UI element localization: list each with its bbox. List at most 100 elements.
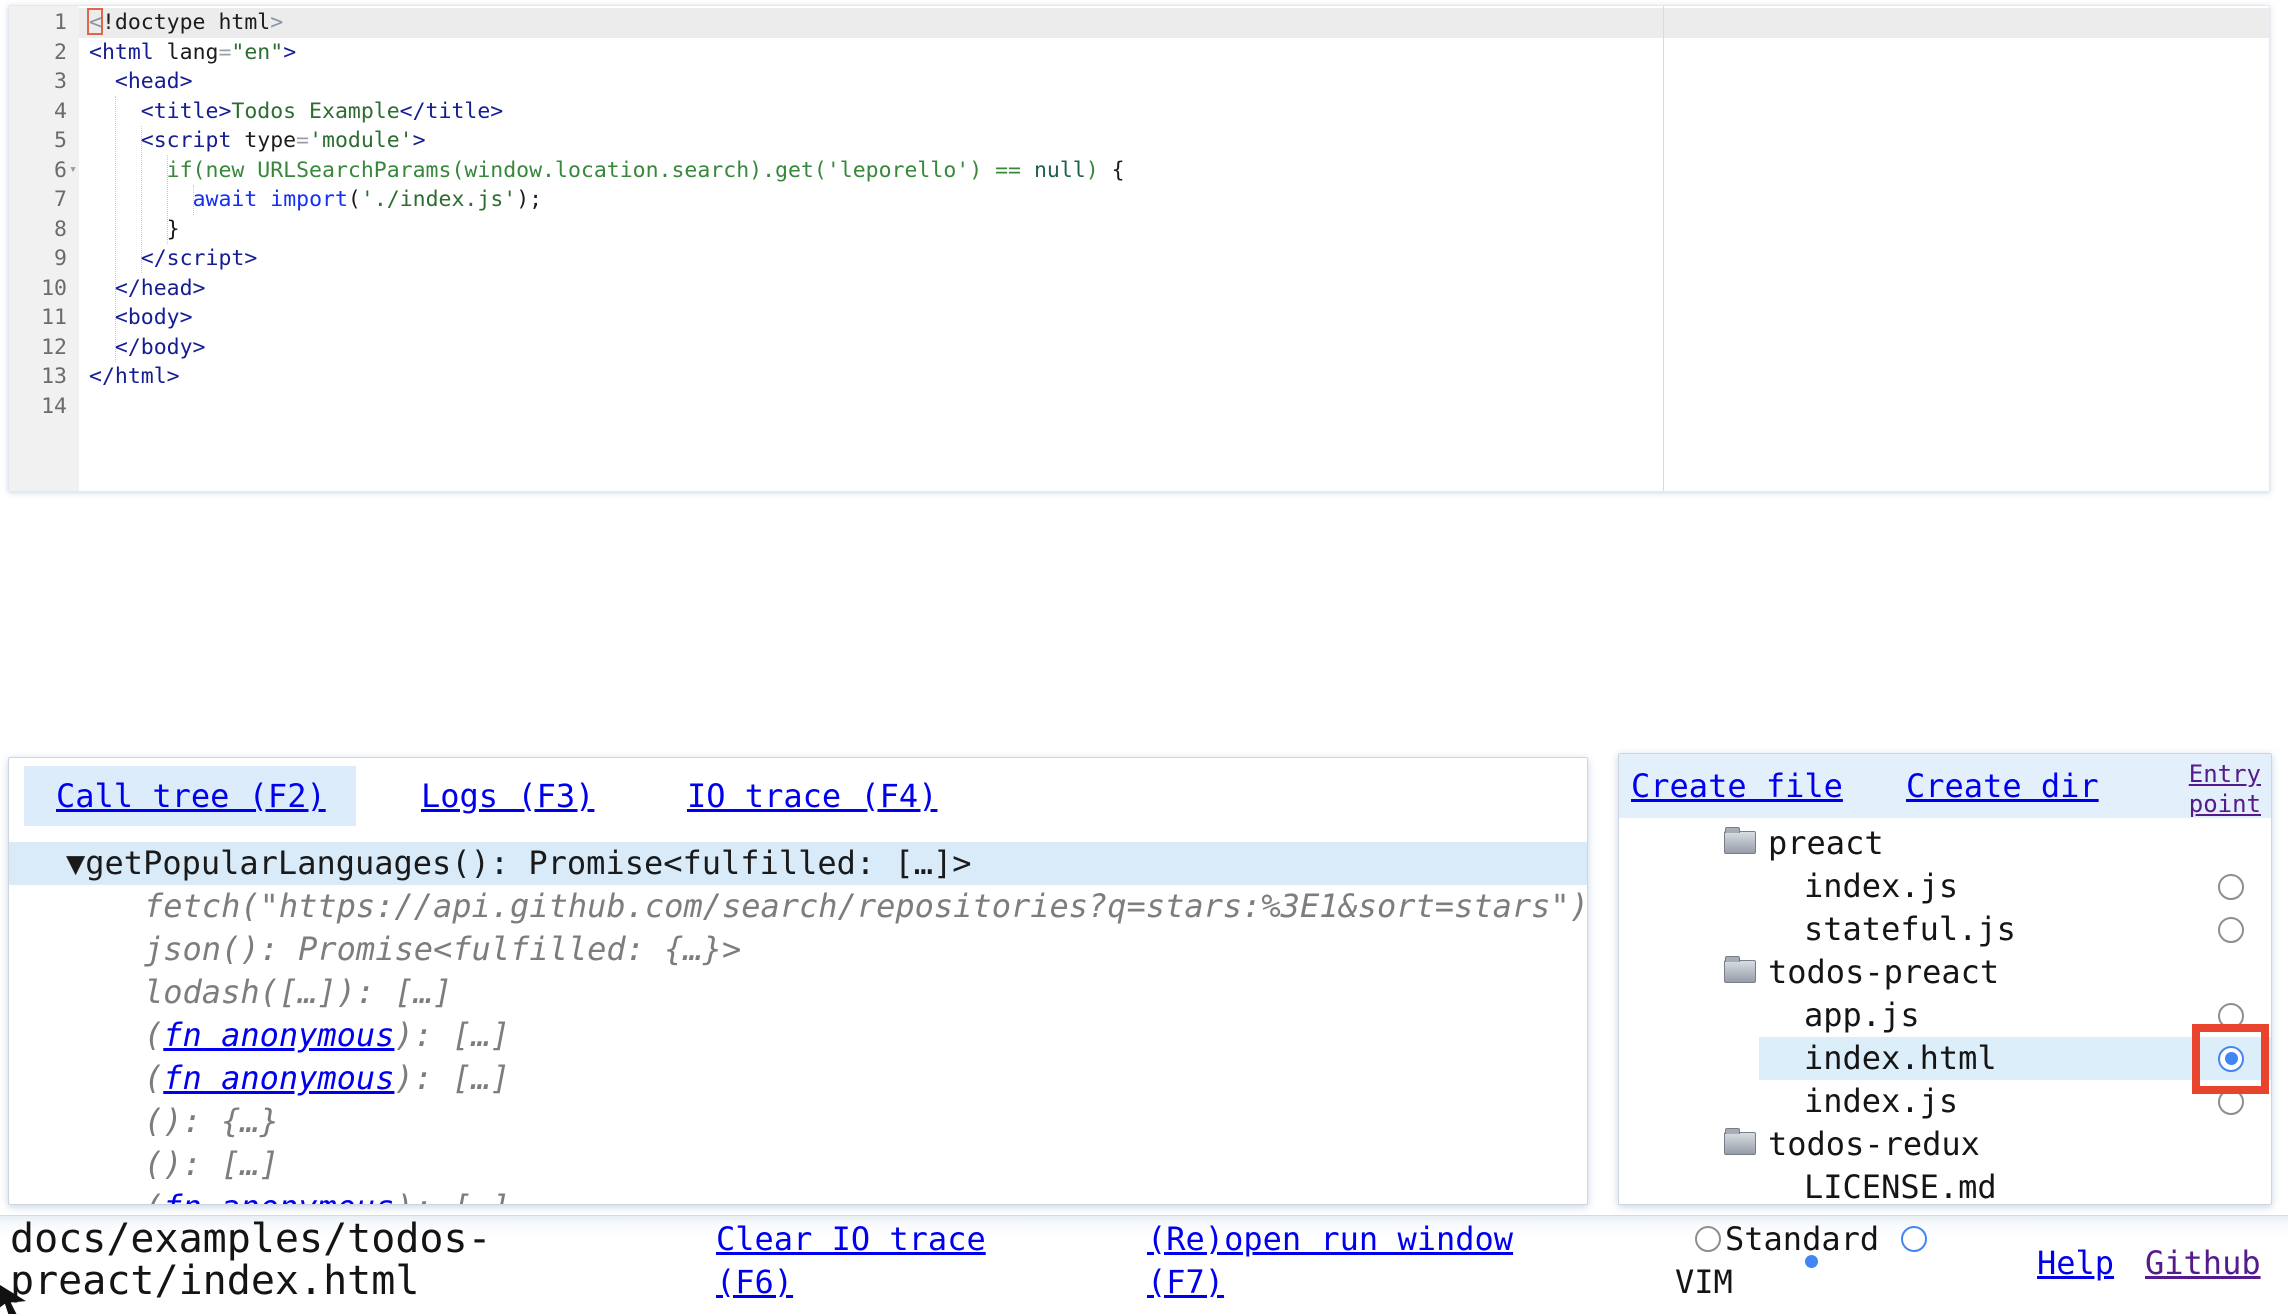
calltree-row[interactable]: (fn anonymous): […] xyxy=(9,1057,1587,1100)
help-link[interactable]: Help xyxy=(2037,1242,2114,1285)
entrypoint-radio[interactable] xyxy=(2218,917,2244,943)
code-token: > xyxy=(413,128,426,153)
line-number: 11 xyxy=(9,303,79,333)
file-name: todos-preact xyxy=(1768,953,1999,991)
calltree-row[interactable]: ▼getPopularLanguages(): Promise<fulfille… xyxy=(9,842,1587,885)
code-token xyxy=(257,187,270,212)
reopen-run-window-link[interactable]: (Re)open run window (F7) xyxy=(1147,1218,1532,1304)
line-number: 9 xyxy=(9,244,79,274)
calltree-row[interactable]: json(): Promise<fulfilled: {…}> xyxy=(9,928,1587,971)
calltree-row[interactable]: (): {…} xyxy=(9,1100,1587,1143)
calltree-text: ( xyxy=(144,1016,163,1054)
code-token xyxy=(89,305,115,330)
tab-call-tree[interactable]: Call tree (F2) xyxy=(56,766,326,826)
entry-point-link[interactable]: Entry point xyxy=(2177,759,2261,819)
calltree-text: (): […] xyxy=(144,1145,279,1183)
code-token: <head> xyxy=(115,69,193,94)
code-line: <head> xyxy=(89,67,2269,97)
code-token: <title> xyxy=(141,99,232,124)
code-line: } xyxy=(89,215,2269,245)
code-token: <script xyxy=(141,128,232,153)
line-number: 8 xyxy=(9,215,79,245)
file-name: app.js xyxy=(1804,996,1920,1034)
file-row[interactable]: LICENSE.md xyxy=(1619,1166,2271,1205)
code-token: 'module' xyxy=(309,128,413,153)
entrypoint-radio[interactable] xyxy=(2218,874,2244,900)
calltree-text: fetch("https://api.github.com/search/rep… xyxy=(144,887,1587,925)
code-token: './index.js' xyxy=(361,187,516,212)
file-row[interactable]: index.js xyxy=(1619,1080,2271,1123)
code-token: await xyxy=(193,187,258,212)
github-link[interactable]: Github xyxy=(2145,1242,2261,1285)
code-token xyxy=(89,128,141,153)
file-row[interactable]: index.js xyxy=(1619,865,2271,908)
code-token: </head> xyxy=(115,276,206,301)
editor-gutter: 1234567891011121314 xyxy=(9,6,79,491)
editor-mode-vim-radio[interactable] xyxy=(1901,1226,1927,1252)
line-number: 2 xyxy=(9,38,79,68)
code-token: </title> xyxy=(400,99,504,124)
code-token: ( xyxy=(348,187,361,212)
file-row[interactable]: app.js xyxy=(1619,994,2271,1037)
code-line: await import('./index.js'); xyxy=(89,185,2269,215)
code-token: { xyxy=(1099,158,1125,183)
fn-anonymous-link[interactable]: fn anonymous xyxy=(163,1188,394,1205)
calltree-text: ): […] xyxy=(394,1188,510,1205)
line-number: 1 xyxy=(9,8,79,38)
code-token: > xyxy=(283,40,296,65)
code-token xyxy=(89,246,141,271)
file-name: stateful.js xyxy=(1804,910,2016,948)
fn-anonymous-link[interactable]: fn anonymous xyxy=(163,1059,394,1097)
editor-mode-standard-radio[interactable] xyxy=(1695,1226,1721,1252)
line-number: 7 xyxy=(9,185,79,215)
files-panel: Create file Create dir Entry point preac… xyxy=(1618,753,2272,1205)
current-file-path: docs/examples/todos-preact/index.html xyxy=(10,1218,505,1302)
calltree-row[interactable]: lodash([…]): […] xyxy=(9,971,1587,1014)
code-line: <!doctype html> xyxy=(89,8,2269,38)
calltree-row[interactable]: (): […] xyxy=(9,1143,1587,1186)
folder-icon xyxy=(1724,960,1756,983)
code-token: = xyxy=(296,128,309,153)
line-number: 10 xyxy=(9,274,79,304)
code-line: </script> xyxy=(89,244,2269,274)
calltree-rows: ▼getPopularLanguages(): Promise<fulfille… xyxy=(9,842,1587,1205)
create-file-link[interactable]: Create file xyxy=(1631,754,1843,818)
file-row[interactable]: stateful.js xyxy=(1619,908,2271,951)
calltree-row[interactable]: fetch("https://api.github.com/search/rep… xyxy=(9,885,1587,928)
file-row[interactable]: index.html xyxy=(1619,1037,2271,1080)
code-token: type xyxy=(231,128,296,153)
create-dir-link[interactable]: Create dir xyxy=(1906,754,2099,818)
folder-row[interactable]: preact xyxy=(1619,822,2271,865)
code-line: if(new URLSearchParams(window.location.s… xyxy=(89,156,2269,186)
editor-mode-toggle: Standard VIM xyxy=(1675,1218,1947,1304)
code-token: <body> xyxy=(115,305,193,330)
line-number: 12 xyxy=(9,333,79,363)
file-name: index.js xyxy=(1804,867,1958,905)
file-name: todos-redux xyxy=(1768,1125,1980,1163)
files-toolbar: Create file Create dir Entry point xyxy=(1619,754,2271,818)
calltree-row[interactable]: (fn anonymous): […] xyxy=(9,1014,1587,1057)
fold-arrow-icon[interactable]: ▾ xyxy=(65,155,81,184)
code-token xyxy=(89,158,167,183)
folder-row[interactable]: todos-redux xyxy=(1619,1123,2271,1166)
calltree-text: json(): Promise<fulfilled: {…}> xyxy=(144,930,741,968)
code-line: </head> xyxy=(89,274,2269,304)
code-token xyxy=(89,276,115,301)
folder-row[interactable]: todos-preact xyxy=(1619,951,2271,994)
fn-anonymous-link[interactable]: fn anonymous xyxy=(163,1016,394,1054)
code-token: <html xyxy=(89,40,154,65)
code-line xyxy=(89,392,2269,422)
clear-io-trace-link[interactable]: Clear IO trace (F6) xyxy=(716,1218,1016,1304)
tab-io-trace[interactable]: IO trace (F4) xyxy=(687,766,937,826)
line-number: 3 xyxy=(9,67,79,97)
code-token: } xyxy=(89,217,180,242)
code-token: = xyxy=(218,40,231,65)
editor-pane[interactable]: 1234567891011121314 ▾ <!doctype html><ht… xyxy=(8,5,2270,492)
code-token: ) xyxy=(1086,158,1099,183)
code-token xyxy=(89,99,141,124)
calltree-row[interactable]: (fn anonymous): […] xyxy=(9,1186,1587,1205)
editor-code[interactable]: <!doctype html><html lang="en"> <head> <… xyxy=(89,8,2269,421)
code-token: !doctype html xyxy=(102,10,270,35)
tab-logs[interactable]: Logs (F3) xyxy=(421,766,594,826)
code-line: <script type='module'> xyxy=(89,126,2269,156)
